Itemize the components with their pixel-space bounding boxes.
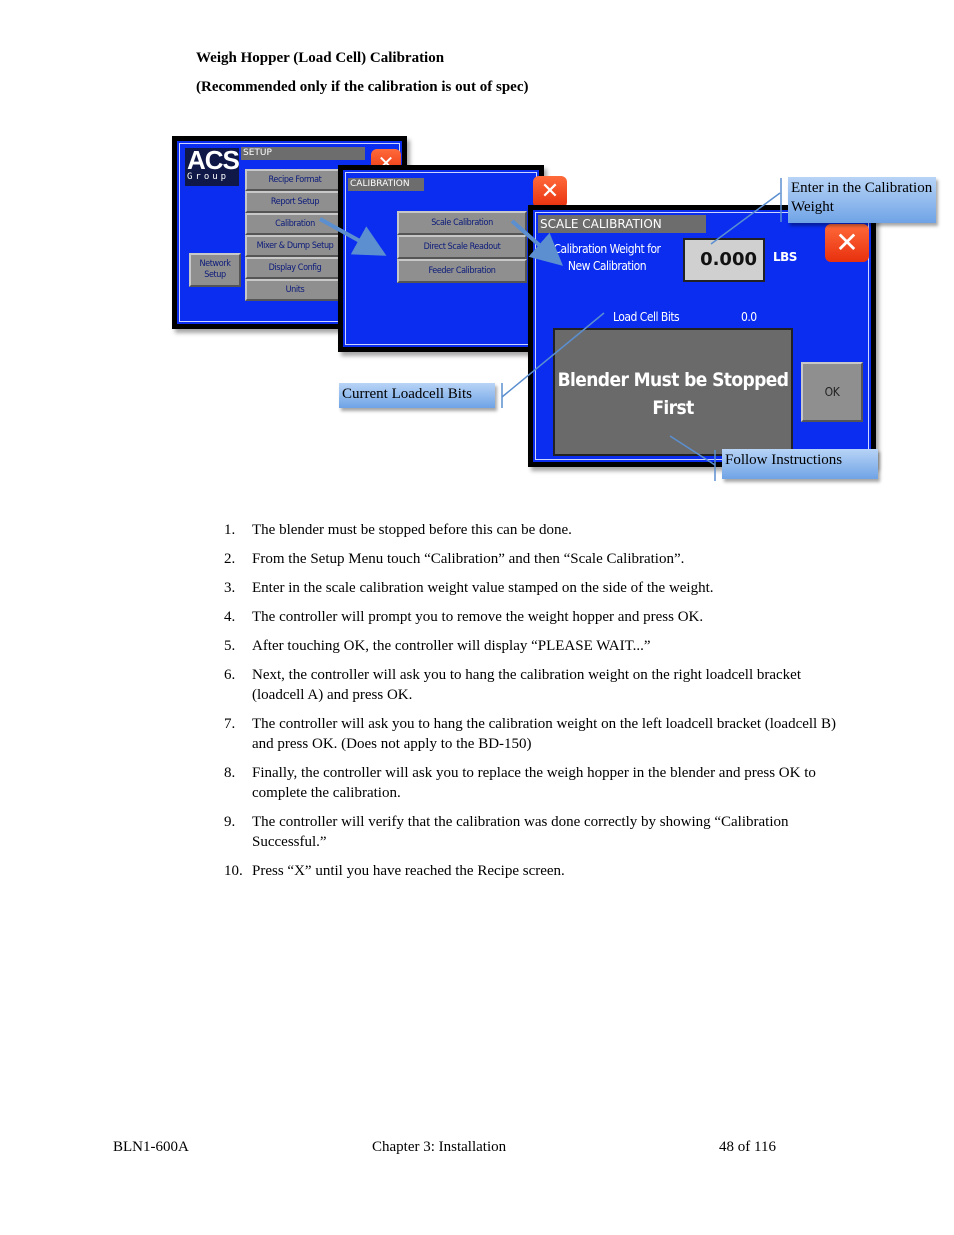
step-number: 2.: [224, 551, 236, 567]
step-text: The blender must be stopped before this …: [252, 522, 572, 538]
annotation-arrows: [319, 178, 782, 481]
step-item: 6. Next, the controller will ask you to h…: [224, 665, 844, 705]
step-text: The controller will ask you to hang the …: [252, 716, 836, 752]
step-number: 1.: [224, 522, 236, 538]
step-number: 5.: [224, 638, 236, 654]
step-item: 9. The controller will verify that the ca…: [224, 812, 844, 852]
arrow-to-scale-calibration: [510, 219, 564, 266]
step-number: 9.: [224, 814, 236, 830]
callout-follow-instructions: Follow Instructions: [722, 449, 878, 479]
step-item: 7. The controller will ask you to hang th…: [224, 714, 844, 754]
step-text: From the Setup Menu touch “Calibration” …: [252, 551, 685, 567]
step-text: The controller will prompt you to remove…: [252, 609, 704, 625]
step-text: Finally, the controller will ask you to …: [252, 765, 816, 801]
step-text: The controller will verify that the cali…: [252, 814, 789, 850]
callout-line-follow: [669, 435, 716, 466]
step-text: Next, the controller will ask you to han…: [252, 667, 802, 703]
footer-page-number: 48 of 116: [719, 1139, 776, 1155]
callout-current-bits: Current Loadcell Bits: [339, 383, 495, 408]
footer-chapter: Chapter 3: Installation: [372, 1139, 507, 1155]
step-number: 3.: [224, 580, 236, 596]
step-text: Enter in the scale calibration weight va…: [252, 580, 714, 596]
callout-line-weight: [710, 192, 781, 245]
step-number: 4.: [224, 609, 236, 625]
step-number: 7.: [224, 716, 236, 732]
step-text: After touching OK, the controller will d…: [252, 638, 651, 654]
step-text: Press “X” until you have reached the Rec…: [252, 863, 565, 879]
step-item: 2. From the Setup Menu touch “Calibration…: [224, 549, 844, 569]
callout-enter-weight: Enter in the Calibration Weight: [788, 177, 936, 223]
step-item: 10. Press “X” until you have reached the …: [224, 861, 844, 881]
step-number: 6.: [224, 667, 236, 683]
step-number: 10.: [224, 863, 243, 879]
step-item: 3. Enter in the scale calibration weight …: [224, 578, 844, 598]
step-item: 5. After touching OK, the controller will…: [224, 636, 844, 656]
step-item: 8. Finally, the controller will ask you t…: [224, 763, 844, 803]
step-item: 1. The blender must be stopped before thi…: [224, 520, 844, 540]
callout-line-bits: [501, 312, 605, 398]
step-item: 4. The controller will prompt you to remo…: [224, 607, 844, 627]
step-number: 8.: [224, 765, 236, 781]
arrow-to-calibration: [319, 217, 387, 256]
instruction-steps: 1. The blender must be stopped before thi…: [224, 520, 844, 890]
footer-doc-id: BLN1-600A: [113, 1139, 189, 1155]
